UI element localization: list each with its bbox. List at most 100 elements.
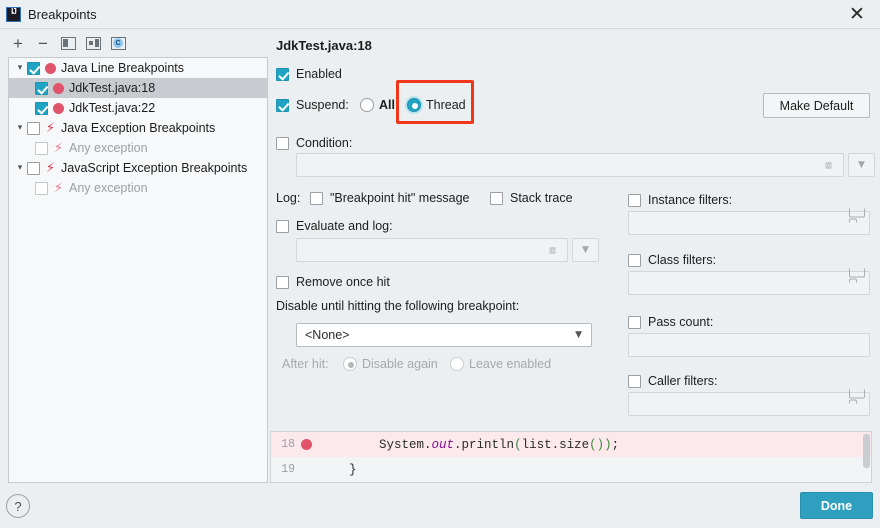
breakpoint-hit-message-checkbox[interactable] — [310, 191, 323, 205]
class-filters-checkbox[interactable] — [628, 253, 641, 267]
tree-checkbox[interactable] — [27, 61, 40, 75]
evaluate-and-log-history-dropdown[interactable]: ▼ — [572, 238, 599, 262]
c-circle-icon: C — [110, 36, 126, 50]
thread-radio[interactable] — [407, 98, 421, 112]
caller-filters-input[interactable] — [628, 392, 870, 416]
tree-item-label: JdkTest.java:22 — [69, 101, 156, 115]
suspend-label: Suspend: — [296, 98, 349, 112]
tree-row[interactable]: ⚡ Any exception — [9, 178, 267, 198]
tree-checkbox[interactable] — [35, 81, 48, 95]
disable-again-radio-row[interactable]: Disable again — [343, 357, 438, 371]
suspend-checkbox-row[interactable]: Suspend: — [276, 98, 349, 112]
title-bar: Breakpoints — [0, 0, 880, 29]
enabled-checkbox[interactable] — [276, 67, 289, 81]
code-scrollbar[interactable] — [863, 434, 870, 468]
pass-count-input[interactable] — [628, 333, 870, 357]
class-filters-checkbox-row[interactable]: Class filters: — [628, 253, 716, 267]
evaluate-and-log-input[interactable]: ⧈ — [296, 238, 568, 262]
suspend-thread-radio-row[interactable]: Thread — [407, 98, 466, 112]
condition-checkbox-row[interactable]: Condition: — [276, 136, 352, 150]
tree-checkbox[interactable] — [35, 181, 48, 195]
intellij-idea-icon — [6, 6, 21, 22]
move-to-group-button[interactable] — [57, 32, 79, 54]
stack-trace-checkbox-row[interactable]: Stack trace — [490, 191, 573, 205]
pass-count-checkbox[interactable] — [628, 315, 641, 329]
log-label-row: Log: — [276, 191, 300, 205]
add-breakpoint-button[interactable]: + — [7, 32, 29, 54]
remove-once-hit-checkbox[interactable] — [276, 275, 289, 289]
disable-again-label: Disable again — [362, 357, 438, 371]
page-title: JdkTest.java:18 — [276, 38, 372, 53]
all-radio[interactable] — [360, 98, 374, 112]
expand-editor-icon[interactable]: ⧈ — [549, 245, 560, 256]
edit-description-button[interactable] — [82, 32, 104, 54]
browse-folder-icon[interactable] — [849, 278, 863, 289]
help-button[interactable]: ? — [6, 494, 30, 518]
tree-row[interactable]: ▾ ⚡ Java Exception Breakpoints — [9, 118, 267, 138]
breakpoint-dot-icon — [45, 62, 56, 74]
browse-folder-icon[interactable] — [849, 399, 863, 410]
suspend-all-radio-row[interactable]: All — [360, 98, 395, 112]
instance-filters-input[interactable] — [628, 211, 870, 235]
close-icon[interactable]: ✕ — [834, 0, 880, 28]
tree-row[interactable]: ▾ ⚡ JavaScript Exception Breakpoints — [9, 158, 267, 178]
class-filters-label: Class filters: — [648, 253, 717, 267]
caller-filters-checkbox-row[interactable]: Caller filters: — [628, 374, 717, 388]
leave-enabled-radio-row[interactable]: Leave enabled — [450, 357, 551, 371]
code-preview[interactable]: 18 System.out.println(list.size()); 19 } — [270, 431, 872, 483]
suspend-checkbox[interactable] — [276, 98, 289, 112]
condition-label: Condition: — [296, 136, 353, 150]
evaluate-and-log-checkbox[interactable] — [276, 219, 289, 233]
breakpoints-tree[interactable]: ▾ Java Line Breakpoints JdkTest.java:18 … — [8, 57, 268, 483]
caller-filters-label: Caller filters: — [648, 374, 718, 388]
tree-checkbox[interactable] — [35, 101, 48, 115]
condition-checkbox[interactable] — [276, 136, 289, 150]
log-message-checkbox-row[interactable]: "Breakpoint hit" message — [310, 191, 470, 205]
after-hit-label-row: After hit: — [282, 357, 329, 371]
pass-count-checkbox-row[interactable]: Pass count: — [628, 315, 713, 329]
make-default-button[interactable]: Make Default — [763, 93, 870, 118]
done-button[interactable]: Done — [800, 492, 873, 519]
evaluate-and-log-checkbox-row[interactable]: Evaluate and log: — [276, 219, 393, 233]
tree-item-label: Any exception — [69, 141, 148, 155]
tree-checkbox[interactable] — [27, 161, 40, 175]
enabled-checkbox-row[interactable]: Enabled — [276, 67, 342, 81]
breakpoint-details-panel: JdkTest.java:18 Enabled Suspend: All Thr… — [268, 29, 880, 441]
chevron-down-icon: ▼ — [575, 330, 582, 340]
breakpoint-dot-icon — [53, 82, 64, 94]
condition-history-dropdown[interactable]: ▼ — [848, 153, 875, 177]
instance-filters-checkbox[interactable] — [628, 193, 641, 207]
leave-enabled-radio[interactable] — [450, 357, 464, 371]
expand-editor-icon[interactable]: ⧈ — [825, 160, 836, 171]
remove-once-hit-label: Remove once hit — [296, 275, 390, 289]
tree-row[interactable]: JdkTest.java:22 — [9, 98, 267, 118]
leave-enabled-label: Leave enabled — [469, 357, 552, 371]
remove-once-hit-checkbox-row[interactable]: Remove once hit — [276, 275, 390, 289]
tree-item-label: Java Exception Breakpoints — [61, 121, 216, 135]
instance-filters-checkbox-row[interactable]: Instance filters: — [628, 193, 732, 207]
caller-filters-checkbox[interactable] — [628, 374, 641, 388]
breakpoint-dot-icon[interactable] — [301, 439, 319, 450]
view-breakpoints-button[interactable]: C — [107, 32, 129, 54]
tree-checkbox[interactable] — [27, 121, 40, 135]
tree-row[interactable]: ⚡ Any exception — [9, 138, 267, 158]
chevron-down-icon[interactable]: ▾ — [13, 158, 27, 178]
chevron-down-icon[interactable]: ▾ — [13, 118, 27, 138]
tree-row[interactable]: ▾ Java Line Breakpoints — [9, 58, 267, 78]
remove-breakpoint-button[interactable]: − — [32, 32, 54, 54]
browse-folder-icon[interactable] — [849, 218, 863, 229]
chevron-down-icon[interactable]: ▾ — [13, 58, 27, 78]
pass-count-label: Pass count: — [648, 315, 714, 329]
stack-trace-checkbox[interactable] — [490, 191, 503, 205]
disable-until-value: <None> — [305, 328, 350, 342]
instance-filters-label: Instance filters: — [648, 193, 733, 207]
tree-checkbox[interactable] — [35, 141, 48, 155]
code-line: 19 } — [271, 457, 871, 482]
disable-again-radio[interactable] — [343, 357, 357, 371]
condition-input[interactable]: ⧈ — [296, 153, 844, 177]
log-label: Log: — [276, 191, 301, 205]
disable-until-dropdown[interactable]: <None> ▼ — [296, 323, 592, 347]
tree-row[interactable]: JdkTest.java:18 — [9, 78, 267, 98]
thread-label: Thread — [426, 98, 466, 112]
class-filters-input[interactable] — [628, 271, 870, 295]
